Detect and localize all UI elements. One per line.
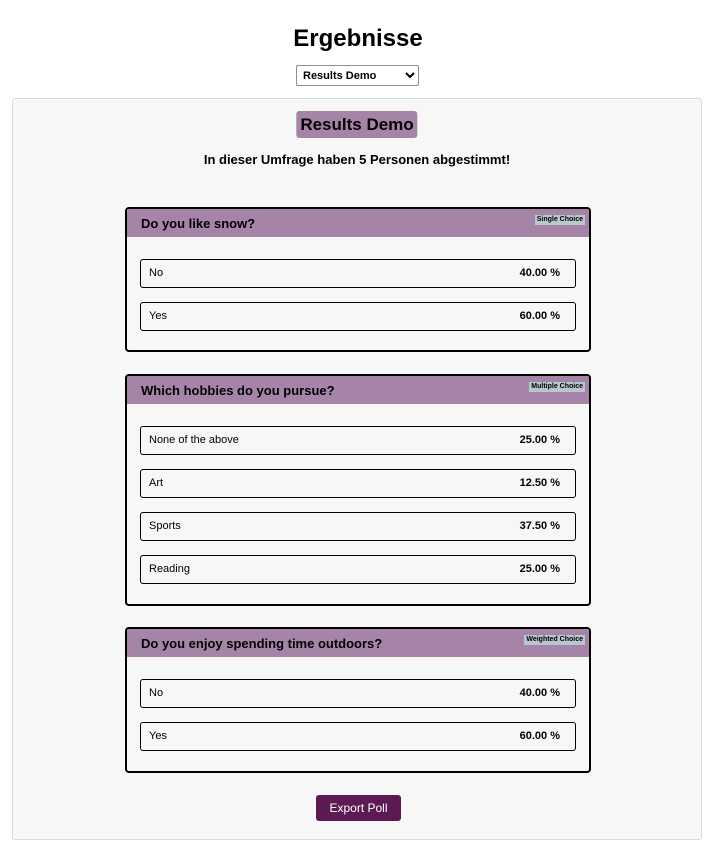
- answer-percent: 37.50 %: [519, 520, 560, 532]
- page-title: Ergebnisse: [293, 25, 423, 52]
- question-header: Which hobbies do you pursue? Multiple Ch…: [127, 376, 589, 404]
- answer-row: Yes 60.00 %: [140, 722, 576, 751]
- results-panel: Results Demo In dieser Umfrage haben 5 P…: [12, 98, 702, 840]
- poll-title: Results Demo: [296, 111, 418, 138]
- answer-percent: 60.00 %: [519, 730, 560, 742]
- answer-row: None of the above 25.00 %: [140, 426, 576, 455]
- answer-percent: 40.00 %: [519, 687, 560, 699]
- poll-select-wrapper: Results Demo: [296, 65, 419, 86]
- question-type-badge: Multiple Choice: [529, 382, 585, 392]
- question-text: Do you enjoy spending time outdoors?: [141, 636, 383, 651]
- answer-label: Art: [149, 477, 164, 489]
- answer-row: No 40.00 %: [140, 679, 576, 708]
- poll-select[interactable]: Results Demo: [296, 65, 419, 86]
- answer-row: Sports 37.50 %: [140, 512, 576, 541]
- answer-percent: 12.50 %: [519, 477, 560, 489]
- question-card: Which hobbies do you pursue? Multiple Ch…: [125, 374, 591, 606]
- question-type-badge: Weighted Choice: [524, 635, 585, 645]
- answer-label: No: [149, 687, 164, 699]
- answer-label: None of the above: [149, 434, 239, 446]
- question-type-badge: Single Choice: [534, 215, 585, 225]
- answer-label: Yes: [149, 730, 167, 742]
- answer-label: Reading: [149, 563, 190, 575]
- question-header: Do you enjoy spending time outdoors? Wei…: [127, 629, 589, 657]
- question-card: Do you enjoy spending time outdoors? Wei…: [125, 627, 591, 773]
- vote-summary: In dieser Umfrage haben 5 Personen abges…: [203, 152, 511, 167]
- answer-percent: 60.00 %: [519, 310, 560, 322]
- answer-list: No 40.00 % Yes 60.00 %: [127, 237, 589, 331]
- answer-row: Yes 60.00 %: [140, 302, 576, 331]
- answer-row: No 40.00 %: [140, 259, 576, 288]
- answer-percent: 25.00 %: [519, 434, 560, 446]
- answer-row: Art 12.50 %: [140, 469, 576, 498]
- question-header: Do you like snow? Single Choice: [127, 209, 589, 237]
- export-poll-button[interactable]: Export Poll: [316, 795, 401, 821]
- answer-list: None of the above 25.00 % Art 12.50 % Sp…: [127, 404, 589, 584]
- question-text: Do you like snow?: [141, 216, 256, 231]
- answer-row: Reading 25.00 %: [140, 555, 576, 584]
- answer-label: Sports: [149, 520, 181, 532]
- answer-label: Yes: [149, 310, 167, 322]
- answer-percent: 40.00 %: [519, 267, 560, 279]
- answer-percent: 25.00 %: [519, 563, 560, 575]
- question-text: Which hobbies do you pursue?: [141, 383, 335, 398]
- answer-list: No 40.00 % Yes 60.00 %: [127, 657, 589, 751]
- question-card: Do you like snow? Single Choice No 40.00…: [125, 207, 591, 352]
- answer-label: No: [149, 267, 164, 279]
